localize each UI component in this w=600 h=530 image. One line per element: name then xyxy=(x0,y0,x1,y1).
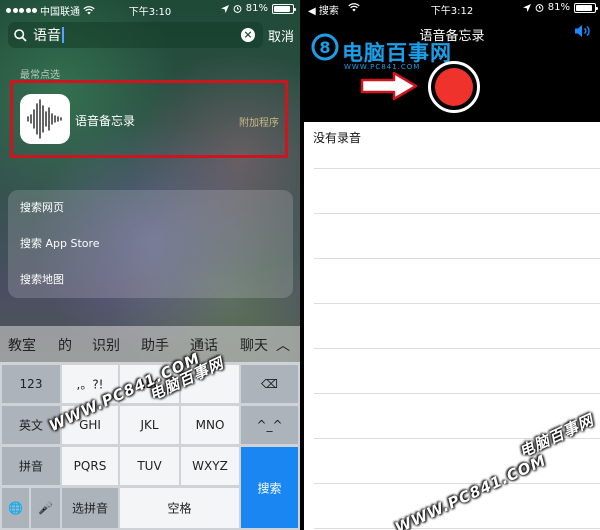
voice-memos-app-icon xyxy=(20,94,70,144)
battery-percent: 81% xyxy=(245,3,268,14)
suggestion-list: 搜索网页 搜索 App Store 搜索地图 xyxy=(8,190,293,298)
voice-memos-header: ◀ 搜索 下午3:12 81% 语音备忘录 8 电脑百事网 WWW.PC841.… xyxy=(304,0,600,122)
backspace-key[interactable]: ⌫ xyxy=(241,365,298,403)
logo-subtext: WWW.PC841.COM xyxy=(344,63,421,71)
divider xyxy=(314,393,600,394)
divider xyxy=(314,528,600,529)
space-key[interactable]: 空格 xyxy=(120,488,239,528)
status-right-group: 81% xyxy=(522,2,598,13)
pc841-logo: 8 电脑百事网 WWW.PC841.COM xyxy=(310,32,451,71)
candidate-word[interactable]: 识别 xyxy=(92,335,120,355)
top-hit-app-name: 语音备忘录 xyxy=(75,114,136,128)
microphone-icon[interactable]: 🎤 xyxy=(31,488,60,528)
suggestion-search-app-store[interactable]: 搜索 App Store xyxy=(8,226,293,262)
alarm-icon xyxy=(233,5,242,13)
divider xyxy=(314,348,600,349)
key-wxyz[interactable]: WXYZ xyxy=(181,447,239,485)
divider xyxy=(314,213,600,214)
section-title: 最常点选 xyxy=(20,70,60,81)
key-mno[interactable]: MNO xyxy=(181,406,239,444)
empty-recordings-label: 没有录音 xyxy=(313,131,362,145)
candidate-word[interactable]: 教室 xyxy=(8,335,36,355)
key-select-pinyin[interactable]: 选拼音 xyxy=(62,488,118,528)
battery-percent: 81% xyxy=(547,2,570,13)
speaker-icon[interactable] xyxy=(574,24,592,38)
record-dot-icon xyxy=(435,68,473,106)
divider xyxy=(314,303,600,304)
voice-memos-screen: ◀ 搜索 下午3:12 81% 语音备忘录 8 电脑百事网 WWW.PC841.… xyxy=(304,0,600,530)
clear-icon[interactable]: × xyxy=(241,28,255,42)
status-bar: ◀ 搜索 下午3:12 81% xyxy=(304,0,600,17)
arrow-right-icon xyxy=(360,71,418,101)
top-hit-app-kind: 附加程序 xyxy=(239,118,279,129)
watermark-name: 电脑百事网 xyxy=(516,410,597,462)
text-caret xyxy=(62,27,64,43)
search-query: 语音 xyxy=(33,28,61,44)
key-pinyin[interactable]: 拼音 xyxy=(2,447,60,485)
cancel-button[interactable]: 取消 xyxy=(268,26,294,45)
key-emoticon[interactable]: ^_^ xyxy=(241,406,298,444)
status-bar: 中国联通 下午3:10 81% xyxy=(0,0,300,18)
key-jkl[interactable]: JKL xyxy=(120,406,179,444)
key-numbers[interactable]: 123 xyxy=(2,365,60,403)
location-icon xyxy=(220,4,229,13)
watermark-url: WWW.PC841.COM xyxy=(392,451,550,530)
key-tuv[interactable]: TUV xyxy=(120,447,179,485)
battery-level xyxy=(576,4,592,11)
battery-icon xyxy=(272,3,296,14)
location-icon xyxy=(522,3,531,12)
top-hit-result[interactable]: 语音备忘录 附加程序 xyxy=(10,80,288,158)
logo-mark-icon: 8 xyxy=(311,33,339,61)
battery-level xyxy=(274,5,290,12)
divider xyxy=(314,258,600,259)
status-right-group: 81% xyxy=(220,3,296,14)
record-button[interactable] xyxy=(428,61,480,113)
battery-icon xyxy=(574,2,598,13)
suggestion-search-web[interactable]: 搜索网页 xyxy=(8,190,293,226)
key-pqrs[interactable]: PQRS xyxy=(62,447,118,485)
divider xyxy=(314,168,600,169)
search-row: 语音 × 取消 xyxy=(8,22,294,48)
search-icon xyxy=(14,28,27,42)
suggestion-search-maps[interactable]: 搜索地图 xyxy=(8,262,293,298)
spotlight-search-screen: 中国联通 下午3:10 81% 语音 × 取消 最常点选 语音备忘录 附加程序 … xyxy=(0,0,300,530)
chevron-up-icon[interactable]: ︿ xyxy=(276,335,290,355)
svg-text:8: 8 xyxy=(319,38,330,57)
globe-icon[interactable]: 🌐 xyxy=(2,488,29,528)
alarm-icon xyxy=(535,4,544,12)
candidate-word[interactable]: 聊天 xyxy=(240,335,268,355)
ime-candidate-bar: 教室 的 识别 助手 通话 聊天 ︿ xyxy=(0,326,300,362)
search-key[interactable]: 搜索 xyxy=(241,447,298,528)
candidate-word[interactable]: 的 xyxy=(58,335,72,355)
candidate-word[interactable]: 助手 xyxy=(141,335,169,355)
divider xyxy=(314,483,600,484)
waveform-icon xyxy=(27,99,62,139)
search-input[interactable]: 语音 × xyxy=(8,22,263,48)
